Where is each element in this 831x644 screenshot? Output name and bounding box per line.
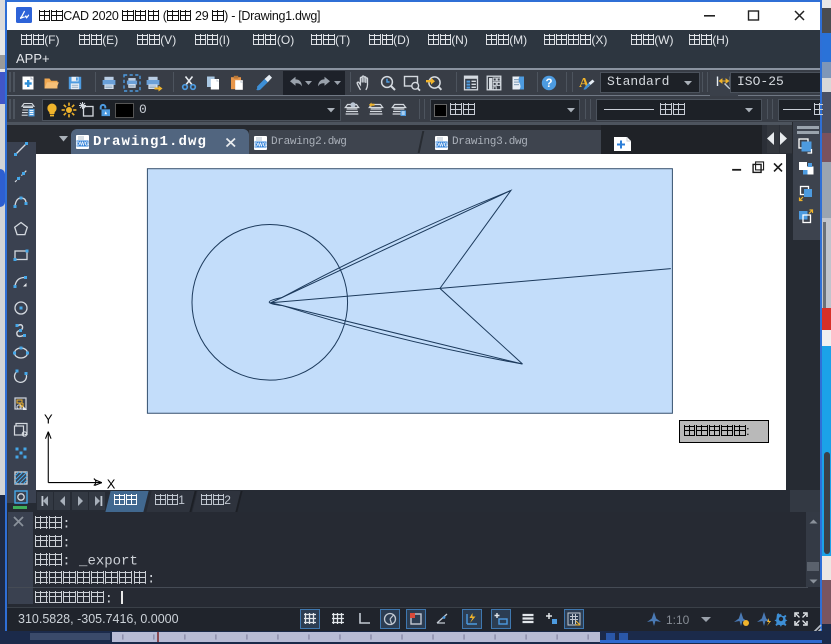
svg-text:X: X — [107, 477, 116, 490]
svg-text:?: ? — [545, 78, 552, 90]
svg-text:DWG: DWG — [76, 142, 88, 148]
svg-text:Y: Y — [44, 412, 53, 427]
svg-text:DWG: DWG — [435, 143, 447, 149]
svg-text:DWG: DWG — [254, 143, 266, 149]
